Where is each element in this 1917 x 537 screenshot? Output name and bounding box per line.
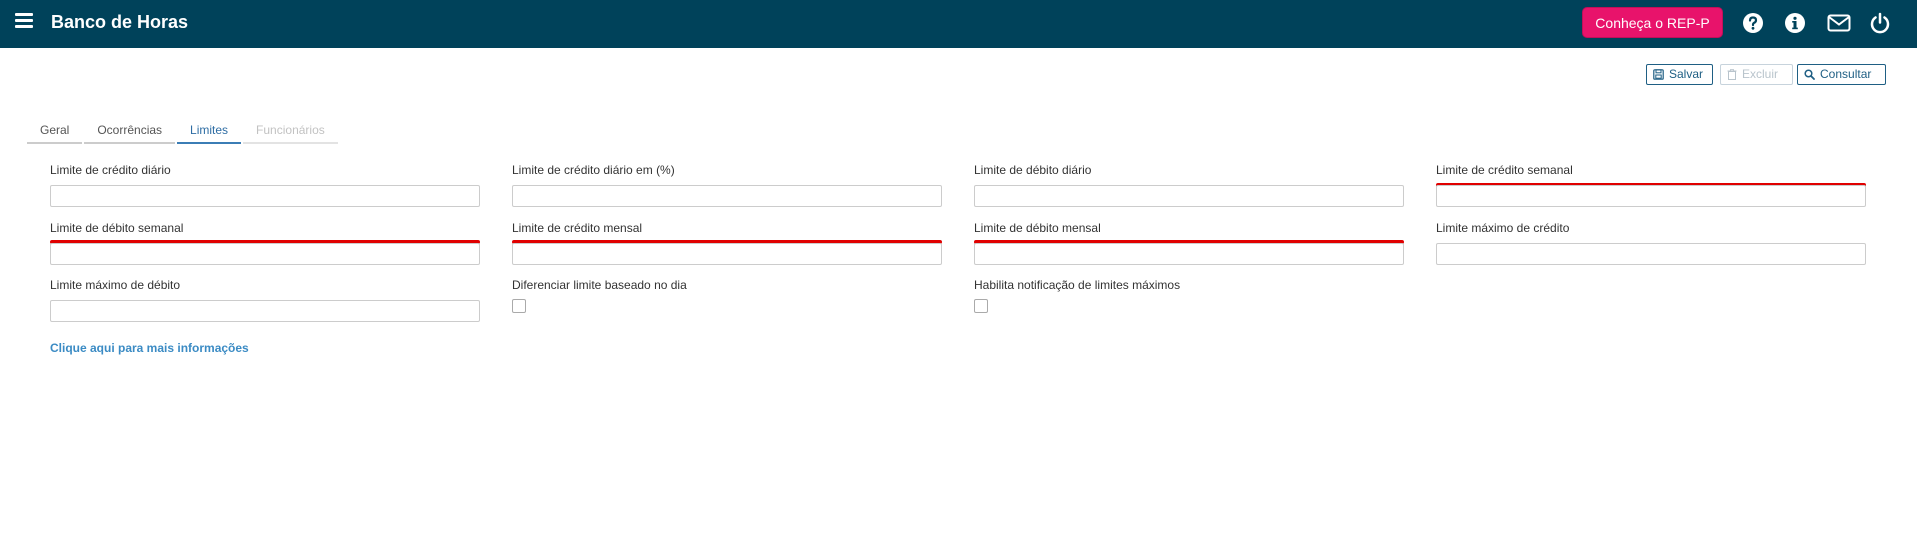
field-label-maximo-credito: Limite máximo de crédito <box>1436 221 1570 235</box>
debito-diario-input[interactable] <box>974 185 1404 207</box>
debito-mensal-input[interactable] <box>974 243 1404 265</box>
info-icon[interactable] <box>1784 12 1806 34</box>
top-bar: Banco de Horas Conheça o REP-P <box>0 0 1917 48</box>
tab-geral[interactable]: Geral <box>27 118 83 144</box>
save-button[interactable]: Salvar <box>1646 64 1713 85</box>
save-button-label: Salvar <box>1669 67 1704 81</box>
delete-button[interactable]: Excluir <box>1720 64 1793 85</box>
debito-semanal-input[interactable] <box>50 243 480 265</box>
save-icon <box>1653 69 1664 80</box>
field-label-debito-diario: Limite de débito diário <box>974 163 1092 177</box>
field-label-credito-semanal: Limite de crédito semanal <box>1436 163 1573 177</box>
tab-limites[interactable]: Limites <box>177 118 242 144</box>
tab-bar: Geral Ocorrências Limites Funcionários <box>27 118 340 144</box>
page-title: Banco de Horas <box>51 12 189 32</box>
field-label-credito-mensal: Limite de crédito mensal <box>512 221 643 235</box>
field-label-maximo-debito: Limite máximo de débito <box>50 278 181 292</box>
trash-icon <box>1727 69 1737 80</box>
query-button-label: Consultar <box>1820 67 1872 81</box>
more-info-link[interactable]: Clique aqui para mais informações <box>50 341 249 355</box>
maximo-credito-input[interactable] <box>1436 243 1866 265</box>
power-icon[interactable] <box>1869 12 1891 34</box>
query-button[interactable]: Consultar <box>1797 64 1886 85</box>
search-icon <box>1804 69 1815 80</box>
field-label-debito-mensal: Limite de débito mensal <box>974 221 1101 235</box>
credito-diario-percent-input[interactable] <box>512 185 942 207</box>
checkbox-label-notificacao-limites: Habilita notificação de limites máximos <box>974 278 1181 292</box>
tab-funcionarios: Funcionários <box>243 118 338 144</box>
field-label-credito-diario-percent: Limite de crédito diário em (%) <box>512 163 675 177</box>
rep-p-button[interactable]: Conheça o REP-P <box>1582 7 1723 38</box>
field-label-credito-diario: Limite de crédito diário <box>50 163 171 177</box>
mail-icon[interactable] <box>1827 12 1851 34</box>
credito-mensal-input[interactable] <box>512 243 942 265</box>
credito-diario-input[interactable] <box>50 185 480 207</box>
diferenciar-limite-checkbox[interactable] <box>512 299 526 313</box>
delete-button-label: Excluir <box>1742 67 1779 81</box>
menu-icon[interactable] <box>15 13 33 29</box>
credito-semanal-input[interactable] <box>1436 185 1866 207</box>
help-icon[interactable] <box>1742 12 1764 34</box>
tab-ocorrencias[interactable]: Ocorrências <box>84 118 176 144</box>
field-label-debito-semanal: Limite de débito semanal <box>50 221 184 235</box>
checkbox-label-diferenciar-limite: Diferenciar limite baseado no dia <box>512 278 687 292</box>
notificacao-limites-checkbox[interactable] <box>974 299 988 313</box>
maximo-debito-input[interactable] <box>50 300 480 322</box>
